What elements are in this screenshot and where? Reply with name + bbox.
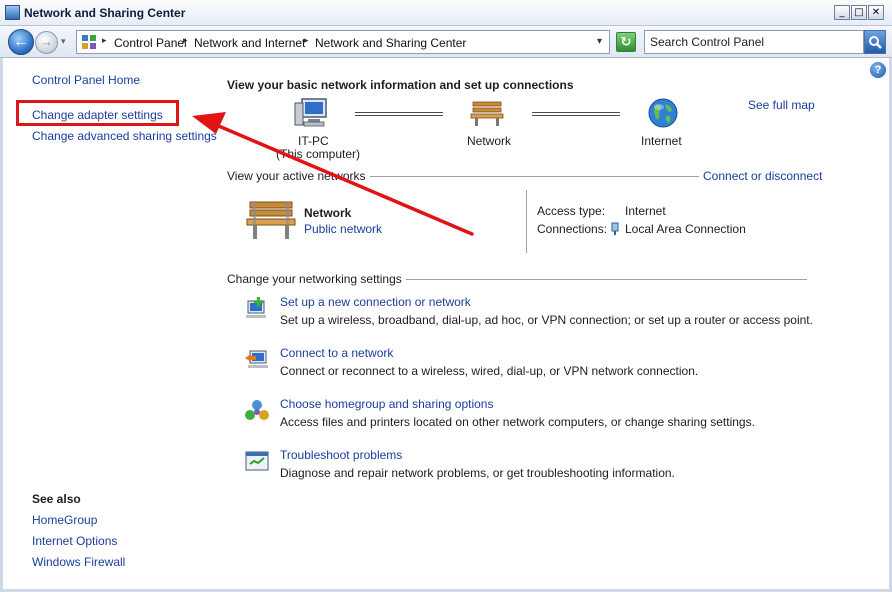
page-title: View your basic network information and … <box>227 78 574 92</box>
homegroup-sharing-description: Access files and printers located on oth… <box>280 415 755 429</box>
sidebar-link-internet-options[interactable]: Internet Options <box>32 534 117 548</box>
local-area-connection-link[interactable]: Local Area Connection <box>625 222 746 236</box>
control-panel-icon <box>82 35 96 49</box>
annotation-highlight-box <box>16 100 179 126</box>
computer-subtitle: (This computer) <box>276 147 361 161</box>
breadcrumb-control-panel[interactable]: Control Panel <box>114 36 187 50</box>
refresh-button[interactable]: ↻ <box>616 32 636 52</box>
network-map-label: Network <box>467 134 512 148</box>
homegroup-icon <box>245 400 269 420</box>
troubleshoot-description: Diagnose and repair network problems, or… <box>280 466 675 480</box>
window-title: Network and Sharing Center <box>24 6 186 20</box>
sidebar-link-windows-firewall[interactable]: Windows Firewall <box>32 555 125 569</box>
bench-network-icon[interactable] <box>470 99 504 127</box>
recent-pages-button[interactable]: ▾ <box>61 36 71 46</box>
computer-name: IT-PC <box>298 134 329 148</box>
breadcrumb-network-sharing-center[interactable]: Network and Sharing Center <box>315 36 466 50</box>
new-connection-icon <box>246 297 266 318</box>
address-bar[interactable]: ▸ Control Panel ▸ Network and Internet ▸… <box>76 30 610 54</box>
breadcrumb-separator[interactable]: ▸ <box>183 35 188 46</box>
connections-label: Connections: <box>537 222 608 236</box>
setup-connection-link[interactable]: Set up a new connection or network <box>280 295 471 309</box>
help-icon[interactable]: ? <box>870 62 886 78</box>
close-button[interactable]: ✕ <box>868 5 884 20</box>
back-button[interactable]: ← <box>8 29 34 55</box>
map-connection-line <box>355 112 443 116</box>
search-icon <box>869 36 882 49</box>
setup-connection-description: Set up a wireless, broadband, dial-up, a… <box>280 313 813 327</box>
title-bar: Network and Sharing Center _ □ ✕ <box>0 0 892 26</box>
task-connect-network: Connect to a network Connect or reconnec… <box>244 346 824 386</box>
network-location-link[interactable]: Public network <box>304 222 382 236</box>
active-networks-label: View your active networks <box>227 169 370 183</box>
access-type-label: Access type: <box>537 204 606 218</box>
ethernet-plug-icon <box>611 222 619 235</box>
active-network-name: Network <box>304 206 352 220</box>
internet-globe-icon[interactable] <box>647 97 679 129</box>
maximize-button[interactable]: □ <box>851 5 867 20</box>
window-frame <box>0 58 3 592</box>
bench-network-icon[interactable] <box>246 199 296 241</box>
connect-network-icon <box>245 350 268 368</box>
see-also-heading: See also <box>32 492 81 506</box>
forward-button[interactable]: → <box>35 31 58 54</box>
networking-settings-label: Change your networking settings <box>227 272 406 286</box>
map-connection-line <box>532 112 620 116</box>
sidebar-link-change-advanced-sharing[interactable]: Change advanced sharing settings <box>32 129 217 143</box>
sidebar-link-control-panel-home[interactable]: Control Panel Home <box>32 73 140 87</box>
connect-network-link[interactable]: Connect to a network <box>280 346 393 360</box>
troubleshoot-link[interactable]: Troubleshoot problems <box>280 448 402 462</box>
internet-map-label: Internet <box>641 134 682 148</box>
address-toolbar: ← → ▾ ▸ Control Panel ▸ Network and Inte… <box>0 26 892 58</box>
search-button[interactable] <box>864 30 886 54</box>
connect-disconnect-link[interactable]: Connect or disconnect <box>699 169 823 183</box>
access-type-value: Internet <box>625 204 666 218</box>
minimize-button[interactable]: _ <box>834 5 850 20</box>
computer-icon[interactable] <box>294 97 330 129</box>
task-homegroup: Choose homegroup and sharing options Acc… <box>244 397 824 437</box>
troubleshoot-icon <box>245 451 269 471</box>
network-center-icon <box>5 5 20 20</box>
see-full-map-link[interactable]: See full map <box>748 98 815 112</box>
vertical-divider <box>526 190 527 253</box>
breadcrumb-network-internet[interactable]: Network and Internet <box>194 36 305 50</box>
sidebar-link-homegroup[interactable]: HomeGroup <box>32 513 97 527</box>
task-troubleshoot: Troubleshoot problems Diagnose and repai… <box>244 448 824 488</box>
task-setup-connection: Set up a new connection or network Set u… <box>244 295 824 335</box>
breadcrumb-separator[interactable]: ▸ <box>304 35 309 46</box>
address-dropdown-icon[interactable]: ▾ <box>597 36 602 47</box>
homegroup-sharing-link[interactable]: Choose homegroup and sharing options <box>280 397 493 411</box>
search-input[interactable]: Search Control Panel <box>644 30 864 54</box>
connect-network-description: Connect or reconnect to a wireless, wire… <box>280 364 699 378</box>
breadcrumb-separator[interactable]: ▸ <box>102 35 107 46</box>
